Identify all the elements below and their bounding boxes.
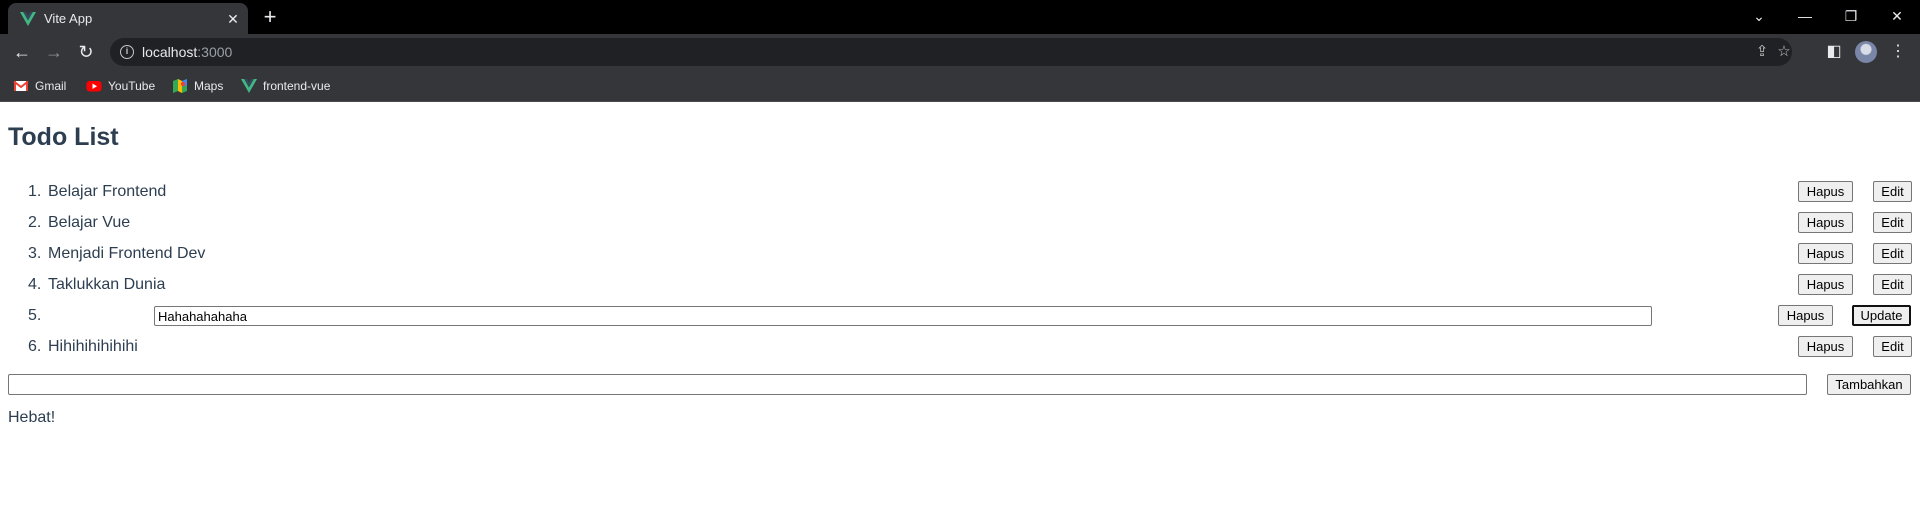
browser-toolbar: ← → ↻ i localhost:3000 ⇪ ☆ ◧ ⋮ (0, 34, 1920, 70)
delete-button[interactable]: Hapus (1798, 243, 1853, 264)
edit-button[interactable]: Edit (1873, 336, 1912, 357)
url-text: localhost:3000 (142, 44, 233, 60)
delete-button[interactable]: Hapus (1778, 305, 1833, 326)
todo-text: Belajar Vue (48, 214, 131, 231)
menu-kebab-icon[interactable]: ⋮ (1886, 40, 1910, 64)
tab-search-icon[interactable]: ⌄ (1742, 2, 1776, 30)
page-content: Todo List 1. Belajar Frontend Hapus Edit… (0, 102, 1920, 528)
todo-item: 3. Menjadi Frontend Dev Hapus Edit (0, 242, 1920, 266)
todo-item: 1. Belajar Frontend Hapus Edit (0, 180, 1920, 204)
tab-title: Vite App (44, 11, 93, 26)
edit-button[interactable]: Edit (1873, 181, 1912, 202)
edit-button[interactable]: Edit (1873, 243, 1912, 264)
youtube-icon (86, 81, 102, 92)
bookmarks-bar: Gmail YouTube Maps frontend-vue (0, 70, 1920, 102)
share-icon[interactable]: ⇪ (1752, 42, 1772, 62)
todo-item: 6. Hihihihihihihi Hapus Edit (0, 335, 1920, 359)
bookmark-maps[interactable]: Maps (172, 77, 223, 95)
todo-edit-input[interactable] (154, 306, 1652, 326)
bookmark-youtube[interactable]: YouTube (86, 77, 155, 95)
reload-icon[interactable]: ↻ (74, 40, 98, 64)
vue-icon (20, 12, 36, 26)
edit-button[interactable]: Edit (1873, 274, 1912, 295)
todo-number: 2. (28, 214, 42, 231)
new-tab-icon[interactable]: + (258, 5, 282, 29)
side-panel-icon[interactable]: ◧ (1822, 40, 1846, 64)
update-button[interactable]: Update (1852, 305, 1911, 326)
address-bar[interactable]: i localhost:3000 ⇪ ☆ (110, 38, 1792, 66)
bookmark-frontend-vue[interactable]: frontend-vue (241, 77, 330, 95)
new-todo-input[interactable] (8, 374, 1807, 395)
delete-button[interactable]: Hapus (1798, 336, 1853, 357)
delete-button[interactable]: Hapus (1798, 181, 1853, 202)
todo-number: 3. (28, 245, 42, 262)
delete-button[interactable]: Hapus (1798, 212, 1853, 233)
todo-number: 4. (28, 276, 42, 293)
todo-text: Taklukkan Dunia (48, 276, 166, 293)
todo-item-editing: 5. Hapus Update (0, 304, 1920, 328)
todo-text: Hihihihihihihi (48, 338, 138, 355)
todo-number: 1. (28, 183, 42, 200)
status-message: Hebat! (8, 409, 56, 426)
forward-arrow-icon[interactable]: → (42, 40, 66, 64)
browser-tab[interactable]: Vite App ✕ (8, 3, 248, 34)
add-todo-button[interactable]: Tambahkan (1827, 374, 1911, 395)
todo-text: Menjadi Frontend Dev (48, 245, 206, 262)
vue-icon (241, 79, 257, 93)
restore-icon[interactable]: ❐ (1834, 2, 1868, 30)
browser-tab-bar: Vite App ✕ + ⌄ — ❐ ✕ (0, 0, 1920, 34)
minimize-icon[interactable]: — (1788, 2, 1822, 30)
maps-icon (173, 79, 187, 93)
gmail-icon (13, 80, 29, 91)
back-arrow-icon[interactable]: ← (10, 40, 34, 64)
site-info-icon[interactable]: i (120, 45, 134, 59)
close-tab-icon[interactable]: ✕ (224, 10, 242, 28)
todo-item: 4. Taklukkan Dunia Hapus Edit (0, 273, 1920, 297)
edit-button[interactable]: Edit (1873, 212, 1912, 233)
window-close-icon[interactable]: ✕ (1880, 2, 1914, 30)
todo-number: 5. (28, 307, 42, 324)
todo-text: Belajar Frontend (48, 183, 167, 200)
todo-item: 2. Belajar Vue Hapus Edit (0, 211, 1920, 235)
delete-button[interactable]: Hapus (1798, 274, 1853, 295)
profile-avatar[interactable] (1855, 41, 1877, 63)
bookmark-gmail[interactable]: Gmail (13, 77, 66, 95)
page-title: Todo List (8, 123, 119, 151)
todo-number: 6. (28, 338, 42, 355)
bookmark-star-icon[interactable]: ☆ (1774, 42, 1794, 62)
